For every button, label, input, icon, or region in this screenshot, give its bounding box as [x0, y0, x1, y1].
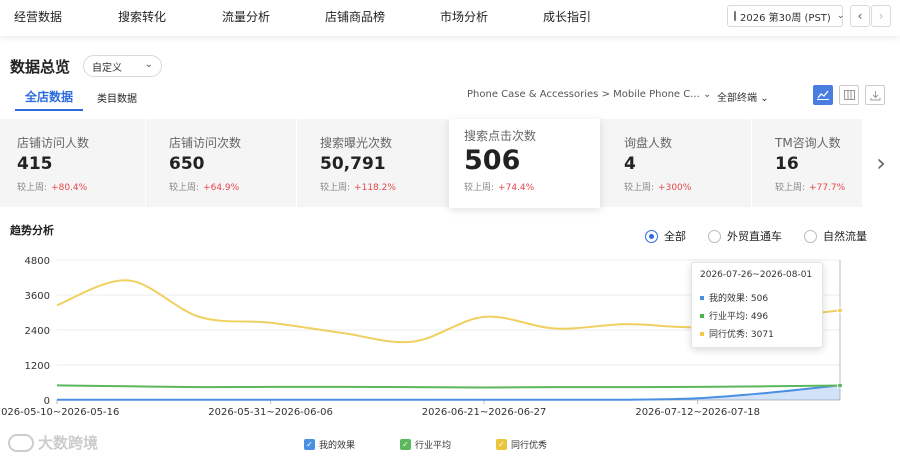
tooltip-row-top: 同行优秀: 3071: [700, 327, 774, 340]
y-tick-label: 4800: [25, 256, 50, 267]
tooltip-title: 2026-07-26~2026-08-01: [700, 270, 813, 280]
checkbox-icon: ✓: [400, 439, 411, 450]
legend-item-top[interactable]: ✓ 同行优秀: [496, 438, 547, 451]
checkbox-icon: ✓: [496, 439, 507, 450]
brand-logo-icon: [8, 433, 34, 452]
tooltip-row-industry: 行业平均: 496: [700, 309, 768, 322]
watermark: 大数跨境: [8, 432, 98, 453]
x-tick-label: 2026-05-31~2026-06-06: [208, 407, 333, 418]
tooltip-row-mine: 我的效果: 506: [700, 291, 768, 304]
chart-tooltip: 2026-07-26~2026-08-01 我的效果: 506 行业平均: 49…: [691, 262, 823, 348]
data-point: [837, 382, 843, 389]
x-tick-label: 2026-05-10~2026-05-16: [0, 407, 119, 418]
legend-item-industry[interactable]: ✓ 行业平均: [400, 438, 451, 451]
y-tick-label: 0: [44, 396, 50, 407]
y-tick-label: 3600: [25, 291, 50, 302]
checkbox-icon: ✓: [304, 439, 315, 450]
series-line-industry: [56, 384, 841, 389]
x-tick-label: 2026-07-12~2026-07-18: [635, 407, 760, 418]
data-point: [837, 307, 843, 314]
y-tick-label: 2400: [25, 326, 50, 337]
x-tick-label: 2026-06-21~2026-06-27: [422, 407, 547, 418]
trend-chart[interactable]: 0 1200 2400 3600 4800 2026-05-10~2026-05-16 20…: [0, 0, 900, 463]
legend-item-mine[interactable]: ✓ 我的效果: [304, 438, 355, 451]
y-tick-label: 1200: [25, 361, 50, 372]
